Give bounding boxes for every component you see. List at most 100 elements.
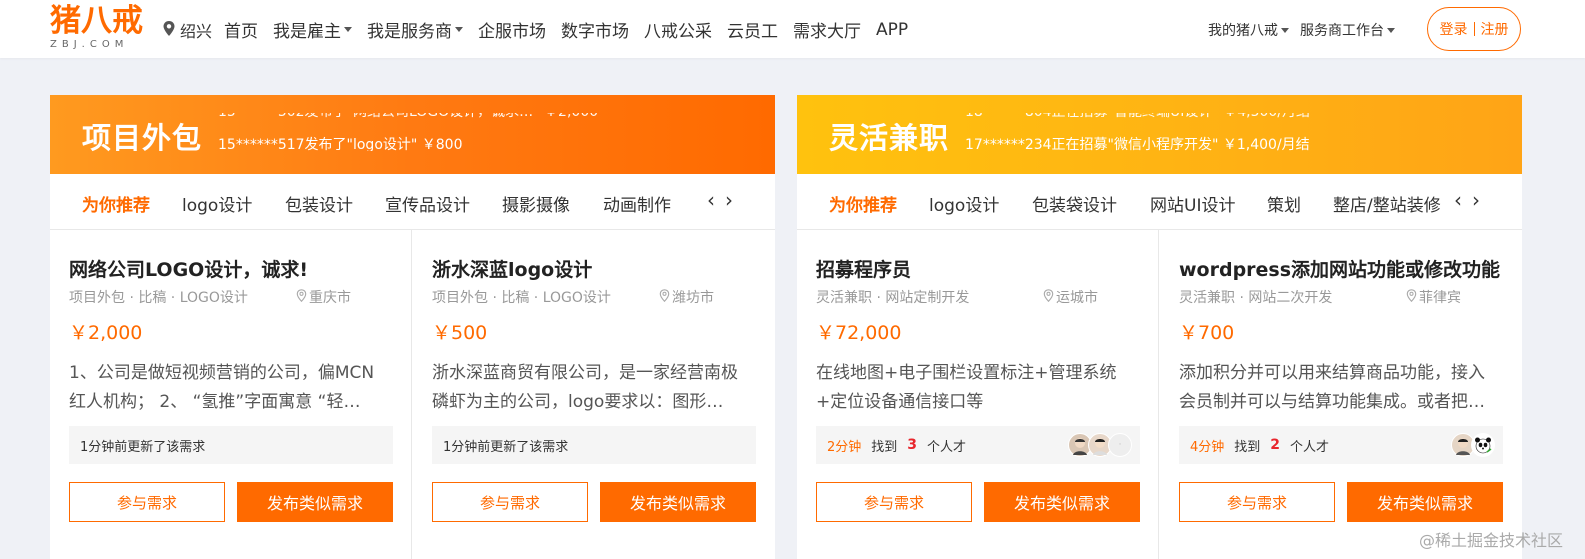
- card-location: 潍坊市: [659, 287, 714, 307]
- panel-banner: 项目外包 15******502发布了"网络公司LOGO设计，诚求…" ￥2,0…: [50, 95, 775, 174]
- card-description: 在线地图+电子围栏设置标注+管理系统+定位设备通信接口等: [816, 363, 1117, 412]
- nav-item-digital-market[interactable]: 数字市场: [561, 17, 629, 42]
- card-status: 1分钟前更新了该需求: [69, 426, 393, 464]
- main-nav: 首页 我是雇主 我是服务商 企服市场 数字市场 八戒公采 云员工 需求大厅 AP…: [224, 17, 923, 43]
- login-link[interactable]: 登录: [1440, 19, 1468, 39]
- location-pin-icon: [296, 288, 307, 306]
- status-time: 2分钟: [827, 439, 862, 455]
- category-tabs: 为你推荐 logo设计 包装设计 宣传品设计 摄影摄像 动画制作 ‹ ›: [50, 174, 775, 230]
- card-price: ￥2,000: [69, 322, 143, 344]
- nav-item-home[interactable]: 首页: [224, 17, 258, 42]
- panel-title[interactable]: 项目外包: [82, 115, 202, 157]
- card-meta: 灵活兼职 · 网站定制开发: [816, 290, 970, 306]
- ticker-item[interactable]: 15******502发布了"网络公司LOGO设计，诚求…" ￥2,000: [218, 113, 598, 124]
- card-title[interactable]: wordpress添加网站功能或修改功能: [1179, 255, 1511, 282]
- nav-item-employer[interactable]: 我是雇主: [273, 17, 352, 42]
- chevron-left-icon[interactable]: ‹: [1454, 188, 1462, 212]
- provider-workbench-menu[interactable]: 服务商工作台: [1300, 20, 1395, 40]
- nav-item-cloud-staff[interactable]: 云员工: [727, 17, 778, 42]
- logo-domain: ZBJ.COM: [50, 39, 129, 50]
- location-pin-icon: [162, 20, 176, 41]
- tabs-viewport: 为你推荐 logo设计 包装袋设计 网站UI设计 策划 整店/整站装修: [797, 174, 1447, 230]
- demand-ticker: 18******804正在招募"智能终端UI设计" ￥4,500/月结 17**…: [965, 113, 1445, 151]
- nav-item-procurement[interactable]: 八戒公采: [644, 17, 712, 42]
- location-pin-icon: [1043, 288, 1054, 306]
- ticker-item[interactable]: 15******517发布了"logo设计" ￥800: [218, 133, 463, 151]
- card-title[interactable]: 招募程序员: [816, 255, 1148, 282]
- tab-bag-design[interactable]: 包装袋设计: [1032, 191, 1117, 216]
- nav-label: 首页: [224, 22, 258, 42]
- tab-recommended[interactable]: 为你推荐: [82, 191, 150, 216]
- chevron-down-icon: [1387, 27, 1395, 33]
- chevron-left-icon[interactable]: ‹: [707, 188, 715, 212]
- card-meta: 项目外包 · 比稿 · LOGO设计: [69, 290, 248, 306]
- category-tabs: 为你推荐 logo设计 包装袋设计 网站UI设计 策划 整店/整站装修 ‹ ›: [797, 174, 1522, 230]
- tab-recommended[interactable]: 为你推荐: [829, 191, 897, 216]
- nav-item-enterprise-market[interactable]: 企服市场: [478, 17, 546, 42]
- talent-count: 3: [907, 437, 918, 453]
- chevron-down-icon: [1281, 27, 1289, 33]
- auth-divider: [1473, 22, 1475, 36]
- card-price: ￥72,000: [816, 322, 902, 344]
- auth-box: 登录 注册: [1427, 7, 1521, 51]
- watermark: @稀土掘金技术社区: [1418, 531, 1563, 550]
- tab-store-decoration[interactable]: 整店/整站装修: [1333, 191, 1441, 216]
- tab-logo-design[interactable]: logo设计: [182, 191, 252, 216]
- chevron-right-icon[interactable]: ›: [1472, 188, 1480, 212]
- tab-animation[interactable]: 动画制作: [603, 191, 671, 216]
- post-similar-button[interactable]: 发布类似需求: [1347, 482, 1503, 522]
- demand-card[interactable]: 浙水深蓝logo设计 项目外包 · 比稿 · LOGO设计 潍坊市 ￥500 浙…: [413, 230, 775, 559]
- card-location: 重庆市: [296, 287, 351, 307]
- post-similar-button[interactable]: 发布类似需求: [600, 482, 756, 522]
- talent-count: 2: [1270, 437, 1281, 453]
- site-logo[interactable]: 猪八戒 ZBJ.COM: [50, 3, 146, 55]
- card-location: 运城市: [1043, 287, 1098, 307]
- menu-label: 我的猪八戒: [1208, 23, 1278, 39]
- demand-card[interactable]: 招募程序员 灵活兼职 · 网站定制开发 运城市 ￥72,000 在线地图+电子围…: [797, 230, 1159, 559]
- tab-photography[interactable]: 摄影摄像: [502, 191, 570, 216]
- register-link[interactable]: 注册: [1481, 19, 1509, 39]
- post-similar-button[interactable]: 发布类似需求: [984, 482, 1140, 522]
- panel-flexible-parttime: 灵活兼职 18******804正在招募"智能终端UI设计" ￥4,500/月结…: [797, 95, 1522, 559]
- user-nav: 我的猪八戒 服务商工作台: [1208, 20, 1406, 40]
- chevron-right-icon[interactable]: ›: [725, 188, 733, 212]
- card-title[interactable]: 网络公司LOGO设计，诚求!: [69, 255, 401, 282]
- card-status: 1分钟前更新了该需求: [432, 426, 756, 464]
- chevron-down-icon: [455, 27, 463, 32]
- chevron-down-icon: [344, 27, 352, 32]
- location-selector[interactable]: 绍兴: [162, 18, 212, 42]
- join-demand-button[interactable]: 参与需求: [816, 482, 972, 522]
- card-status: 2分钟 找到 3 个人才 ·: [816, 426, 1140, 464]
- panel-title[interactable]: 灵活兼职: [829, 115, 949, 157]
- tab-logo-design[interactable]: logo设计: [929, 191, 999, 216]
- nav-item-provider[interactable]: 我是服务商: [367, 17, 463, 42]
- location-pin-icon: [1406, 288, 1417, 306]
- demand-card[interactable]: 网络公司LOGO设计，诚求! 项目外包 · 比稿 · LOGO设计 重庆市 ￥2…: [50, 230, 412, 559]
- panda-avatar[interactable]: [1471, 433, 1495, 457]
- ticker-item[interactable]: 18******804正在招募"智能终端UI设计" ￥4,500/月结: [965, 113, 1310, 124]
- nav-item-demand-hall[interactable]: 需求大厅: [793, 17, 861, 42]
- join-demand-button[interactable]: 参与需求: [69, 482, 225, 522]
- location-text: 重庆市: [309, 290, 351, 306]
- post-similar-button[interactable]: 发布类似需求: [237, 482, 393, 522]
- my-zbj-menu[interactable]: 我的猪八戒: [1208, 20, 1289, 40]
- nav-item-app[interactable]: APP: [876, 17, 908, 42]
- card-price: ￥700: [1179, 322, 1235, 344]
- tab-scroll-controls: ‹ ›: [707, 188, 733, 212]
- status-text: 1分钟前更新了该需求: [80, 439, 206, 455]
- join-demand-button[interactable]: 参与需求: [1179, 482, 1335, 522]
- demand-ticker: 15******502发布了"网络公司LOGO设计，诚求…" ￥2,000 15…: [218, 113, 698, 151]
- tab-planning[interactable]: 策划: [1267, 191, 1301, 216]
- nav-label: 数字市场: [561, 22, 629, 42]
- card-description: 浙水深蓝商贸有限公司，是一家经营南极磷虾为主的公司，logo要求以：图形…: [432, 363, 738, 412]
- ticker-item[interactable]: 17******234正在招募"微信小程序开发" ￥1,400/月结: [965, 133, 1310, 151]
- tab-web-ui-design[interactable]: 网站UI设计: [1150, 191, 1235, 216]
- menu-label: 服务商工作台: [1300, 23, 1384, 39]
- join-demand-button[interactable]: 参与需求: [432, 482, 588, 522]
- top-navbar: 猪八戒 ZBJ.COM 绍兴 首页 我是雇主 我是服务商 企服市场 数字市场 八…: [0, 0, 1585, 58]
- tab-promo-design[interactable]: 宣传品设计: [385, 191, 470, 216]
- demand-card[interactable]: wordpress添加网站功能或修改功能 灵活兼职 · 网站二次开发 菲律宾 ￥…: [1160, 230, 1522, 559]
- tab-packaging-design[interactable]: 包装设计: [285, 191, 353, 216]
- card-title[interactable]: 浙水深蓝logo设计: [432, 255, 764, 282]
- location-pin-icon: [659, 288, 670, 306]
